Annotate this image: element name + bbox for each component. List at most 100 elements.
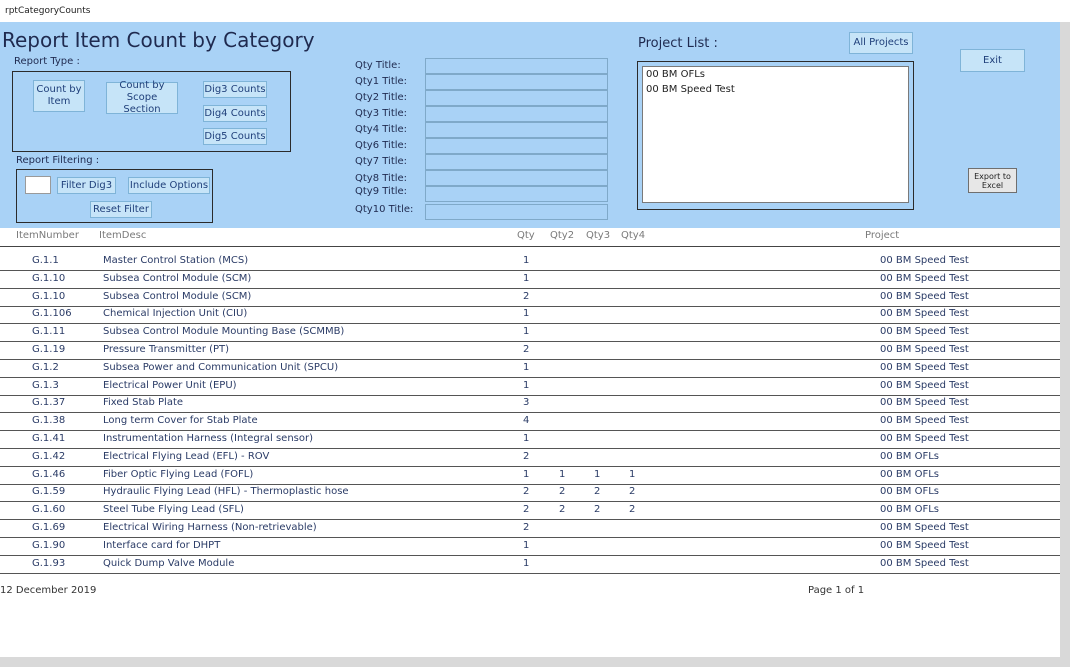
table-row: G.1.59 Hydraulic Flying Lead (HFL) - Ther… — [0, 483, 1060, 503]
column-header-itemnumber: ItemNumber — [16, 230, 79, 241]
cell-qty: 4 — [523, 415, 530, 427]
qty6-title-label: Qty6 Title: — [355, 140, 408, 151]
cell-project: 00 BM Speed Test — [880, 539, 969, 551]
cell-item-number: G.1.106 — [32, 308, 72, 320]
cell-project: 00 BM Speed Test — [880, 290, 969, 302]
cell-item-number: G.1.2 — [32, 361, 59, 373]
qty4-title-label: Qty4 Title: — [355, 124, 408, 135]
cell-item-number: G.1.59 — [32, 486, 66, 498]
dig3-counts-button[interactable]: Dig3 Counts — [203, 81, 267, 98]
cell-qty: 2 — [523, 450, 530, 462]
dig4-counts-button[interactable]: Dig4 Counts — [203, 105, 267, 122]
cell-item-description: Interface card for DHPT — [103, 539, 221, 551]
cell-item-number: G.1.1 — [32, 255, 59, 266]
window-title: rptCategoryCounts — [0, 0, 1070, 22]
cell-qty2: 2 — [559, 486, 566, 498]
cell-item-number: G.1.93 — [32, 557, 66, 569]
qty1-title-field[interactable] — [425, 74, 608, 90]
qty2-title-field[interactable] — [425, 90, 608, 106]
cell-project: 00 BM OFLs — [880, 468, 939, 480]
cell-item-description: Subsea Control Module Mounting Base (SCM… — [103, 326, 345, 338]
cell-qty: 2 — [523, 504, 530, 516]
cell-project: 00 BM Speed Test — [880, 255, 969, 266]
cell-item-number: G.1.46 — [32, 468, 66, 480]
cell-qty4: 2 — [629, 486, 636, 498]
project-list[interactable]: 00 BM OFLs 00 BM Speed Test — [642, 66, 909, 203]
cell-item-number: G.1.37 — [32, 397, 66, 409]
cell-item-number: G.1.10 — [32, 290, 66, 302]
cell-qty: 1 — [523, 255, 530, 266]
export-to-excel-button[interactable]: Export to Excel — [968, 168, 1017, 193]
cell-project: 00 BM Speed Test — [880, 557, 969, 569]
cell-item-description: Master Control Station (MCS) — [103, 255, 249, 266]
qty9-title-field[interactable] — [425, 186, 608, 202]
cell-item-number: G.1.69 — [32, 522, 66, 533]
cell-item-number: G.1.11 — [32, 326, 66, 338]
cell-item-number: G.1.60 — [32, 504, 66, 516]
qty8-title-label: Qty8 Title: — [355, 173, 408, 184]
cell-item-number: G.1.90 — [32, 539, 66, 551]
qty4-title-field[interactable] — [425, 122, 608, 138]
cell-project: 00 BM Speed Test — [880, 326, 969, 338]
filter-dig3-button[interactable]: Filter Dig3 — [57, 177, 116, 194]
cell-qty4: 1 — [629, 468, 636, 480]
cell-qty: 2 — [523, 522, 530, 533]
cell-qty: 1 — [523, 557, 530, 569]
cell-project: 00 BM OFLs — [880, 504, 939, 516]
report-date: 12 December 2019 — [0, 585, 97, 596]
qty3-title-field[interactable] — [425, 106, 608, 122]
cell-item-number: G.1.19 — [32, 344, 66, 355]
column-header-itemdesc: ItemDesc — [99, 230, 147, 241]
count-by-item-button[interactable]: Count by Item — [33, 80, 85, 112]
all-projects-button[interactable]: All Projects — [849, 32, 913, 54]
qty-title-field[interactable] — [425, 58, 608, 74]
cell-project: 00 BM Speed Test — [880, 415, 969, 427]
cell-qty: 1 — [523, 379, 530, 391]
qty6-title-field[interactable] — [425, 138, 608, 154]
column-header-qty: Qty — [517, 230, 535, 241]
cell-qty: 3 — [523, 397, 530, 409]
qty2-title-label: Qty2 Title: — [355, 92, 408, 103]
include-options-button[interactable]: Include Options — [128, 177, 210, 194]
report-type-label: Report Type : — [14, 56, 80, 67]
count-by-scope-section-button[interactable]: Count by Scope Section — [106, 80, 178, 115]
filter-dig3-input[interactable] — [25, 176, 51, 194]
table-row: G.1.69 Electrical Wiring Harness (Non-ret… — [0, 519, 1060, 538]
qty10-title-field[interactable] — [425, 204, 608, 220]
cell-qty3: 2 — [594, 486, 601, 498]
table-row: G.1.3 Electrical Power Unit (EPU) 1 00 BM S… — [0, 377, 1060, 396]
cell-item-description: Subsea Control Module (SCM) — [103, 272, 252, 284]
cell-project: 00 BM Speed Test — [880, 344, 969, 355]
qty7-title-field[interactable] — [425, 154, 608, 170]
column-header-qty3: Qty3 — [586, 230, 611, 241]
dig5-counts-button[interactable]: Dig5 Counts — [203, 128, 267, 145]
qty8-title-field[interactable] — [425, 170, 608, 186]
cell-item-description: Steel Tube Flying Lead (SFL) — [103, 504, 244, 516]
cell-qty: 1 — [523, 361, 530, 373]
project-list-item[interactable]: 00 BM Speed Test — [643, 82, 908, 97]
column-header-project: Project — [865, 230, 900, 241]
cell-item-description: Instrumentation Harness (Integral sensor… — [103, 433, 313, 444]
report-header: Report Item Count by Category Report Typ… — [0, 22, 1060, 228]
table-row: G.1.1 Master Control Station (MCS) 1 00 BM … — [0, 252, 1060, 271]
cell-item-description: Fiber Optic Flying Lead (FOFL) — [103, 468, 254, 480]
cell-project: 00 BM Speed Test — [880, 361, 969, 373]
cell-item-description: Pressure Transmitter (PT) — [103, 344, 230, 355]
qty3-title-label: Qty3 Title: — [355, 108, 408, 119]
cell-qty: 1 — [523, 468, 530, 480]
table-row: G.1.19 Pressure Transmitter (PT) 2 00 BM Sp… — [0, 341, 1060, 360]
qty10-title-label: Qty10 Title: — [355, 204, 414, 215]
cell-qty: 1 — [523, 433, 530, 444]
cell-qty: 1 — [523, 272, 530, 284]
reset-filter-button[interactable]: Reset Filter — [90, 201, 152, 218]
report-page: Report Item Count by Category Report Typ… — [0, 22, 1060, 657]
page-number: Page 1 of 1 — [808, 585, 865, 596]
cell-qty2: 1 — [559, 468, 566, 480]
cell-item-description: Electrical Wiring Harness (Non-retrievab… — [103, 522, 317, 533]
cell-item-number: G.1.38 — [32, 415, 66, 427]
cell-qty: 1 — [523, 539, 530, 551]
project-list-item[interactable]: 00 BM OFLs — [643, 67, 908, 82]
qty9-title-label: Qty9 Title: — [355, 186, 408, 197]
cell-project: 00 BM Speed Test — [880, 308, 969, 320]
exit-button[interactable]: Exit — [960, 49, 1025, 72]
